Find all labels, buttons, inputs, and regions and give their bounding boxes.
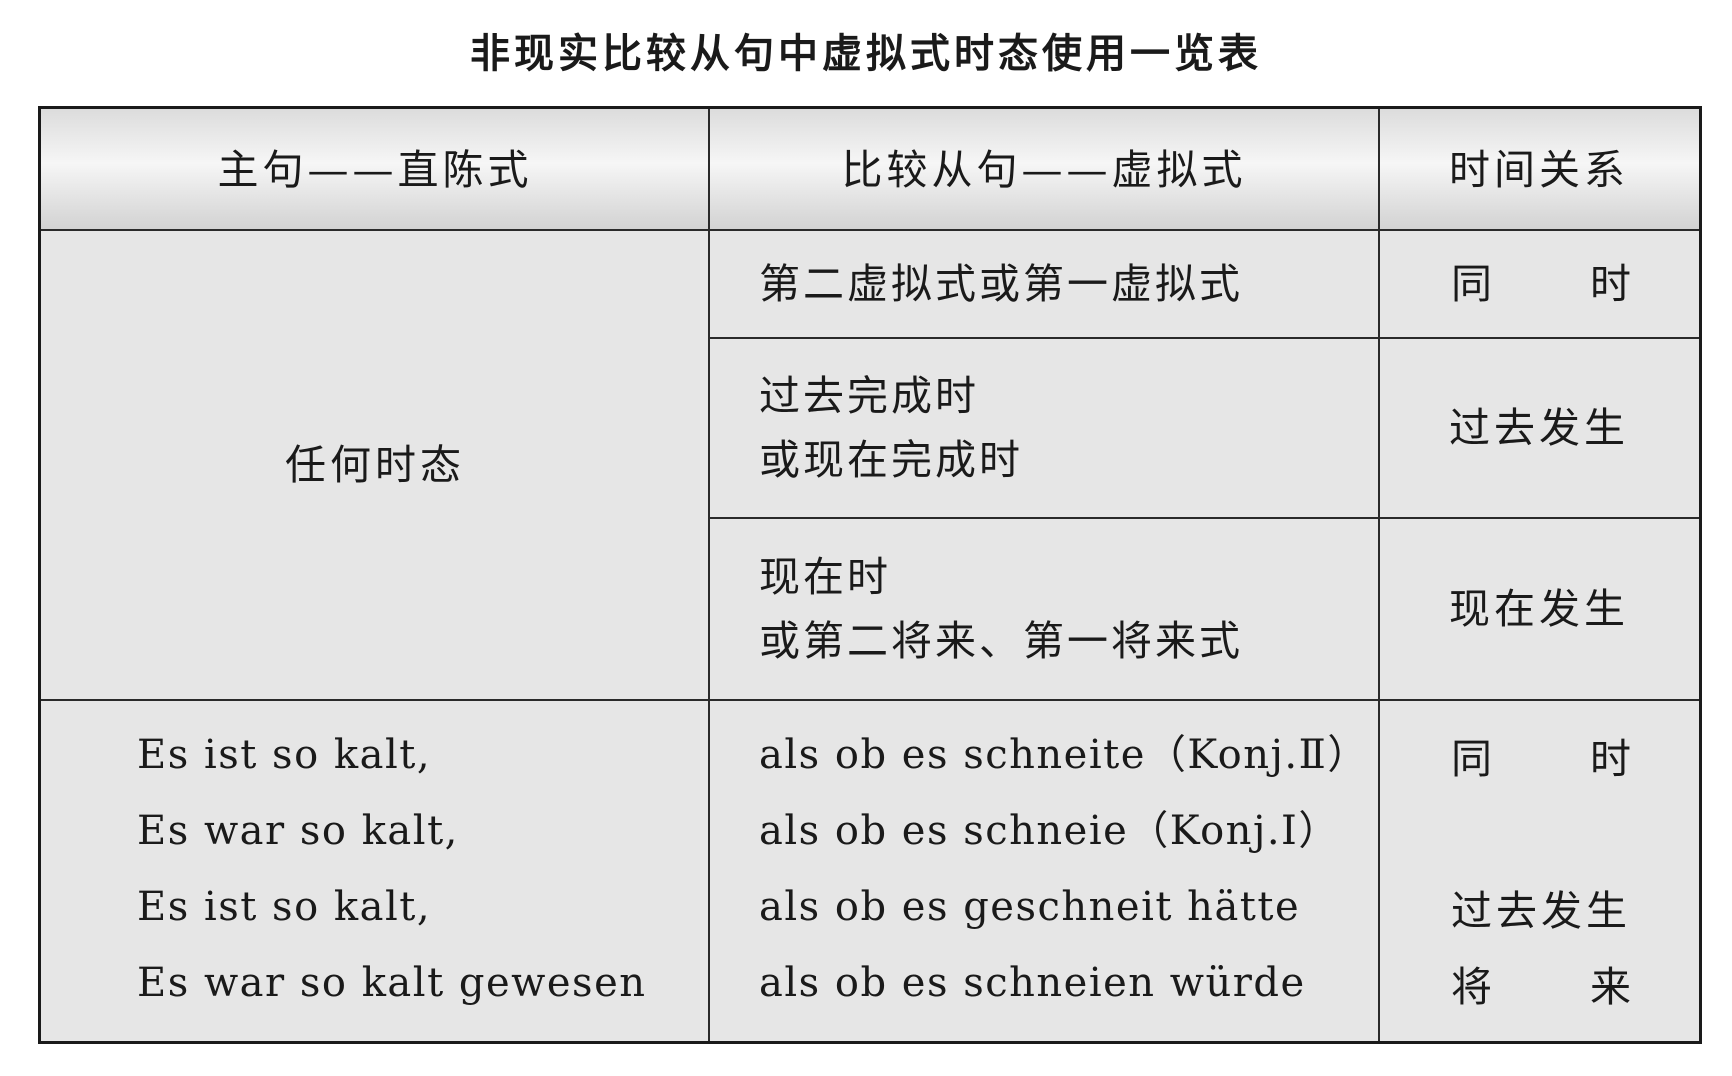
example-time-future: 将 来 <box>1451 945 1631 1021</box>
main-tense-cell: 任何时态 <box>41 230 709 700</box>
example-time-future-char-1: 将 <box>1451 963 1492 1011</box>
header-time-relation-label: 时间关系 <box>1449 145 1629 194</box>
time-1-char-2: 时 <box>1590 260 1631 308</box>
clause-cell-2: 过去完成时 或现在完成时 <box>709 338 1379 518</box>
time-cell-3: 现在发生 <box>1379 518 1699 700</box>
tense-table: 主句——直陈式 比较从句——虚拟式 时间关系 任何时态 第二虚拟式或第一虚拟式 … <box>38 106 1702 1044</box>
column-divider-2 <box>1378 109 1380 1041</box>
example-time-simultaneous: 同 时 <box>1451 717 1631 793</box>
example-time-past: 过去发生 <box>1451 869 1631 945</box>
example-time-past-text: 过去发生 <box>1451 887 1631 935</box>
main-tense-text: 任何时态 <box>285 441 465 489</box>
time-cell-2: 过去发生 <box>1379 338 1699 518</box>
row-divider-1 <box>709 337 1699 339</box>
example-main-4: Es war so kalt gewesen <box>137 960 647 1006</box>
row-divider-2 <box>709 517 1699 519</box>
example-time-simultaneous-char-2: 时 <box>1590 735 1631 783</box>
time-1-char-1: 同 <box>1451 260 1492 308</box>
clause-cell-1: 第二虚拟式或第一虚拟式 <box>709 230 1379 338</box>
header-divider <box>41 229 1699 231</box>
time-cell-1: 同 时 <box>1379 230 1699 338</box>
clause-cell-3: 现在时 或第二将来、第一将来式 <box>709 518 1379 700</box>
example-clause-2: als ob es schneie（Konj.Ⅰ） <box>759 808 1340 854</box>
example-main-2: Es war so kalt, <box>137 808 459 854</box>
column-divider-1 <box>708 109 710 1041</box>
header-main-clause-label: 主句——直陈式 <box>217 145 533 194</box>
time-2-text: 过去发生 <box>1449 404 1629 452</box>
header-main-clause: 主句——直陈式 <box>41 109 709 230</box>
example-main-1: Es ist so kalt, <box>137 732 432 778</box>
header-comparison-clause: 比较从句——虚拟式 <box>709 109 1379 230</box>
example-clause-3: als ob es geschneit hätte <box>759 884 1301 930</box>
example-clause-4: als ob es schneien würde <box>759 960 1306 1006</box>
example-time-future-char-2: 来 <box>1590 963 1631 1011</box>
clause-1-line-1: 第二虚拟式或第一虚拟式 <box>759 260 1243 308</box>
clause-3-line-2: 或第二将来、第一将来式 <box>759 617 1243 665</box>
header-time-relation: 时间关系 <box>1379 109 1699 230</box>
section-divider <box>41 699 1699 701</box>
clause-3-line-1: 现在时 <box>759 553 891 601</box>
time-3-text: 现在发生 <box>1449 585 1629 633</box>
header-comparison-clause-label: 比较从句——虚拟式 <box>841 145 1247 194</box>
example-main-3: Es ist so kalt, <box>137 884 432 930</box>
example-time-simultaneous-char-1: 同 <box>1451 735 1492 783</box>
clause-2-line-1: 过去完成时 <box>759 372 979 420</box>
table-title: 非现实比较从句中虚拟式时态使用一览表 <box>470 31 1262 77</box>
clause-2-line-2: 或现在完成时 <box>759 436 1023 484</box>
example-clause-1: als ob es schneite（Konj.Ⅱ） <box>759 732 1369 778</box>
